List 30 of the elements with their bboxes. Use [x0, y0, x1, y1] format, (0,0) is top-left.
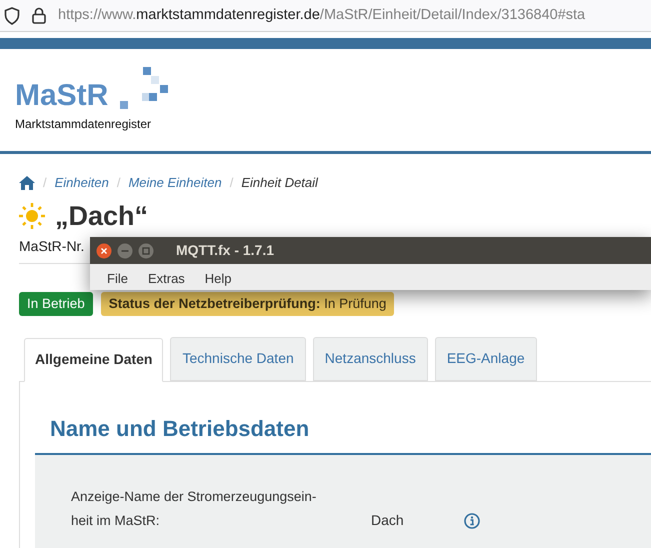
lock-icon[interactable]	[32, 7, 46, 24]
breadcrumb-separator: /	[230, 174, 234, 192]
sun-icon	[19, 203, 45, 229]
menu-item[interactable]: File	[107, 268, 128, 288]
breadcrumb-separator: /	[43, 174, 47, 192]
tab[interactable]: EEG-Anlage	[434, 336, 537, 381]
breadcrumb-link[interactable]: Meine Einheiten	[128, 173, 222, 192]
status-badge: In Betrieb	[19, 292, 93, 316]
home-icon[interactable]	[19, 176, 35, 190]
info-icon[interactable]	[464, 512, 480, 529]
tab[interactable]: Allgemeine Daten	[24, 338, 164, 382]
maximize-icon[interactable]	[138, 242, 154, 258]
logo-wordmark: MaStR	[15, 81, 108, 111]
logo-subtitle: Marktstammdatenregister	[15, 116, 152, 133]
field-label: Anzeige-Name der Stromerzeugungsein- heit im MaStR:	[71, 488, 318, 530]
menu-item[interactable]: Help	[204, 268, 232, 288]
unit-title: „Dach“	[55, 202, 148, 230]
review-status-badge: Status der Netzbetreiberprüfung: In Prüfung	[100, 292, 394, 316]
unit-number-label: MaStR-Nr.	[19, 238, 84, 254]
tab[interactable]: Netzanschluss	[312, 336, 428, 381]
shield-icon[interactable]	[4, 6, 20, 24]
tab[interactable]: Technische Daten	[170, 336, 306, 381]
menu-item[interactable]: Extras	[148, 268, 185, 288]
field-value: Dach	[371, 510, 405, 530]
minimize-icon[interactable]	[117, 242, 133, 258]
breadcrumb-current: Einheit Detail	[241, 174, 318, 192]
breadcrumb-link[interactable]: Einheiten	[54, 173, 109, 192]
close-icon[interactable]	[96, 242, 112, 258]
breadcrumb-separator: /	[116, 174, 120, 192]
window-title: MQTT.fx - 1.7.1	[176, 241, 274, 260]
